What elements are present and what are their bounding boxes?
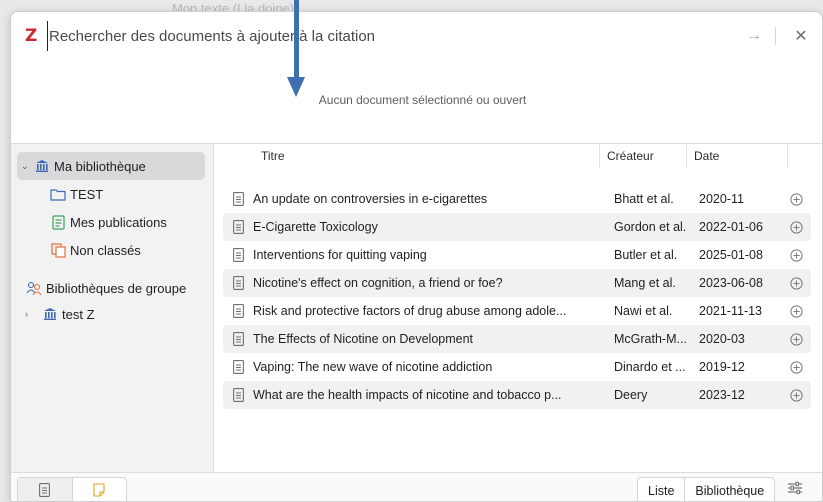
citation-dialog: Z → ✕ Aucun document sélectionné ou ouve… [10, 11, 823, 502]
group-icon [25, 281, 43, 296]
cell-date: 2023-06-08 [699, 276, 763, 290]
table-row[interactable]: Risk and protective factors of drug abus… [223, 297, 811, 325]
cell-creator: Bhatt et al. [614, 192, 674, 206]
table-row[interactable]: An update on controversies in e-cigarett… [223, 185, 811, 213]
document-icon [233, 220, 247, 234]
cell-title: Nicotine's effect on cognition, a friend… [253, 276, 503, 290]
cell-creator: Dinardo et ... [614, 360, 686, 374]
accept-button[interactable]: → [739, 27, 769, 45]
toolbar-divider [775, 27, 776, 45]
cell-title: What are the health impacts of nicotine … [253, 388, 562, 402]
empty-selection-message: Aucun document sélectionné ou ouvert [318, 92, 527, 107]
sidebar-item-label: TEST [70, 186, 104, 202]
cell-title: The Effects of Nicotine on Development [253, 332, 474, 346]
cell-creator: Butler et al. [614, 248, 678, 262]
column-header-title[interactable]: Titre [255, 144, 600, 168]
annotation-arrow-shaft [294, 0, 299, 78]
add-item-icon[interactable] [781, 192, 811, 206]
cell-date: 2020-11 [699, 192, 744, 206]
document-icon [233, 360, 247, 374]
search-input[interactable] [47, 21, 739, 51]
table-row[interactable]: What are the health impacts of nicotine … [223, 381, 811, 409]
annotation-arrow-head [287, 77, 305, 97]
cell-date: 2023-12 [699, 388, 745, 402]
cell-date: 2022-01-06 [699, 220, 763, 234]
document-icon [233, 192, 247, 206]
sidebar-item-label: Non classés [70, 242, 141, 258]
close-button[interactable]: ✕ [786, 26, 816, 46]
sidebar-item-test-z[interactable]: › test Z [25, 300, 95, 328]
chevron-down-icon[interactable]: ⌄ [21, 161, 33, 172]
cell-title: An update on controversies in e-cigarett… [253, 192, 488, 206]
sidebar-item-group-libraries[interactable]: Bibliothèques de groupe [25, 274, 186, 302]
document-icon [233, 388, 247, 402]
sidebar-item-my-publications[interactable]: Mes publications [49, 208, 167, 236]
cell-title: Interventions for quitting vaping [253, 248, 427, 262]
add-item-icon[interactable] [781, 332, 811, 346]
settings-sliders-icon[interactable] [787, 481, 803, 498]
cell-creator: Mang et al. [614, 276, 676, 290]
add-item-icon[interactable] [781, 388, 811, 402]
add-item-icon[interactable] [781, 276, 811, 290]
table-row[interactable]: The Effects of Nicotine on Development Mc… [223, 325, 811, 353]
column-header-creator[interactable]: Créateur [601, 144, 687, 168]
add-item-icon[interactable] [781, 248, 811, 262]
sidebar-item-my-library[interactable]: ⌄ Ma bibliothèque [17, 152, 205, 180]
list-view-button[interactable]: Liste [638, 478, 686, 501]
sidebar-item-unfiled[interactable]: Non classés [49, 236, 141, 264]
cell-date: 2021-11-13 [699, 304, 763, 318]
column-header-date[interactable]: Date [688, 144, 788, 168]
folder-icon [49, 188, 67, 201]
notes-mode-button[interactable] [73, 478, 127, 501]
cell-creator: McGrath-M... [614, 332, 687, 346]
items-mode-button[interactable] [18, 478, 73, 501]
library-icon [41, 307, 59, 321]
cell-title: Risk and protective factors of drug abus… [253, 304, 567, 318]
cell-date: 2025-01-08 [699, 248, 763, 262]
sidebar-item-label: Bibliothèques de groupe [46, 280, 187, 296]
cell-creator: Gordon et al. [614, 220, 687, 234]
collection-sidebar: ⌄ Ma bibliothèque TEST Mes publications … [11, 144, 214, 472]
document-icon [233, 248, 247, 262]
selected-items-area: Aucun document sélectionné ou ouvert [11, 60, 822, 144]
add-item-icon[interactable] [781, 220, 811, 234]
library-icon [33, 159, 51, 173]
search-bar: Z → ✕ [11, 12, 822, 60]
document-icon [233, 332, 247, 346]
document-icon [233, 304, 247, 318]
zotero-logo-icon: Z [25, 25, 38, 46]
sidebar-item-test[interactable]: TEST [49, 180, 103, 208]
note-icon [93, 482, 105, 500]
cell-title: Vaping: The new wave of nicotine addicti… [253, 360, 493, 374]
cell-title: E-Cigarette Toxicology [253, 220, 378, 234]
cell-creator: Nawi et al. [614, 304, 673, 318]
document-icon [233, 276, 247, 290]
library-view-button[interactable]: Bibliothèque [685, 478, 774, 501]
table-row[interactable]: Vaping: The new wave of nicotine addicti… [223, 353, 811, 381]
sidebar-item-label: test Z [62, 306, 95, 322]
table-row[interactable]: Nicotine's effect on cognition, a friend… [223, 269, 811, 297]
add-item-icon[interactable] [781, 304, 811, 318]
table-row[interactable]: Interventions for quitting vaping Butler … [223, 241, 811, 269]
sidebar-item-label: Mes publications [70, 214, 167, 230]
footer-bar: Liste Bibliothèque [11, 472, 822, 501]
cell-date: 2019-12 [699, 360, 745, 374]
view-switcher: Liste Bibliothèque [637, 477, 776, 501]
sidebar-item-label: Ma bibliothèque [54, 158, 146, 174]
unfiled-icon [49, 242, 67, 258]
items-table: Titre Créateur Date An update on controv… [215, 144, 822, 472]
publications-icon [49, 214, 67, 230]
add-item-icon[interactable] [781, 360, 811, 374]
mode-switcher [17, 477, 127, 501]
chevron-right-icon[interactable]: › [25, 309, 37, 319]
cell-date: 2020-03 [699, 332, 745, 346]
cell-creator: Deery [614, 388, 648, 402]
table-row[interactable]: E-Cigarette Toxicology Gordon et al. 2022-… [223, 213, 811, 241]
document-icon [39, 482, 51, 500]
